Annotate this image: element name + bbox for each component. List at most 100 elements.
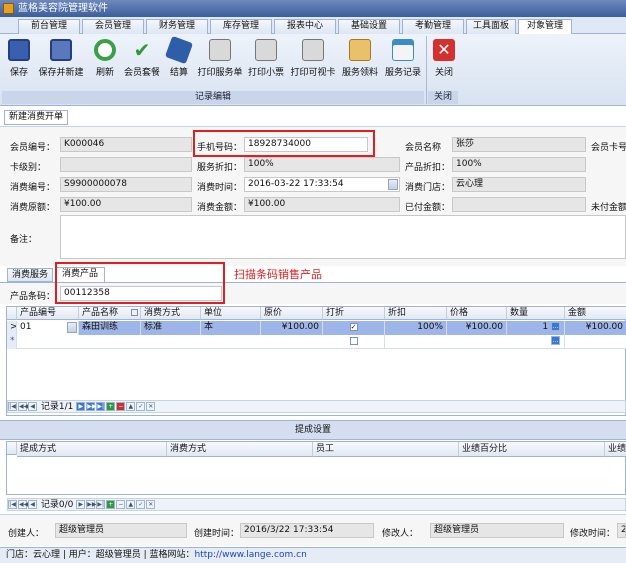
service-record-button[interactable]: 服务记录 (383, 39, 423, 78)
tab-inventory[interactable]: 库存管理 (210, 19, 272, 34)
column-header[interactable]: 消费方式 (167, 442, 313, 457)
member-name-field[interactable]: 张莎 (452, 137, 586, 152)
column-header[interactable]: 提成方式 (17, 442, 167, 457)
delete-record-icon[interactable]: − (116, 402, 126, 411)
store-field[interactable]: 云心理 (452, 177, 586, 192)
card-level-label: 卡级别： (10, 163, 47, 173)
tab-objects[interactable]: 对象管理 (518, 19, 572, 35)
prev-page-icon[interactable]: ◀◀ (18, 500, 28, 509)
tab-new-consume-order[interactable]: 新建消费开单 (4, 110, 68, 125)
column-header[interactable]: 业绩 (605, 442, 626, 457)
website-link[interactable]: http://www.lange.com.cn (195, 550, 307, 560)
tab-finance[interactable]: 财务管理 (146, 19, 208, 34)
last-record-icon[interactable]: ▶| (96, 402, 106, 411)
next-record-icon[interactable]: ▶ (76, 500, 86, 509)
new-row-checkbox-cell[interactable] (323, 335, 385, 349)
tab-member[interactable]: 会员管理 (82, 19, 144, 34)
first-record-icon[interactable]: |◀ (8, 402, 17, 411)
column-header[interactable]: 单位 (201, 307, 261, 320)
column-header[interactable]: 原价 (261, 307, 323, 320)
discount-checkbox-cell[interactable]: ✓ (323, 321, 385, 335)
service-discount-field[interactable]: 100% (244, 157, 400, 172)
remark-textarea[interactable] (60, 215, 626, 259)
save-and-new-button[interactable]: 保存并新建 (35, 39, 87, 78)
card-level-field[interactable] (60, 157, 192, 172)
edit-record-icon[interactable]: ▲ (126, 500, 136, 509)
column-header[interactable]: 折扣 (385, 307, 447, 320)
edit-record-icon[interactable]: ▲ (126, 402, 136, 411)
unit-cell[interactable]: 本 (201, 321, 261, 335)
tab-settings[interactable]: 基础设置 (338, 19, 400, 34)
row-indicator-header (7, 307, 17, 320)
checkbox-checked-icon[interactable]: ✓ (349, 322, 358, 331)
confirm-record-icon[interactable]: ✓ (136, 402, 146, 411)
ellipsis-button[interactable]: … (551, 322, 560, 331)
next-page-icon[interactable]: ▶▶ (86, 500, 96, 509)
unpaid-label: 未付金额 (591, 203, 626, 213)
consume-time-picker[interactable]: 2016-03-22 17:33:54 (244, 177, 400, 192)
column-header[interactable]: 价格 (447, 307, 507, 320)
table-row[interactable]: > 01 森田训练 标准 本 ¥100.00 ✓ 100% ¥100.00 1 … (7, 321, 626, 335)
service-pick-material-button[interactable]: 服务领料 (340, 39, 380, 78)
column-header[interactable]: 产品名称 (79, 307, 141, 320)
qty-cell[interactable]: 1 … (507, 321, 565, 335)
consume-no-field[interactable]: S9900000078 (60, 177, 192, 192)
paid-field[interactable] (452, 197, 586, 212)
filter-icon[interactable] (131, 309, 138, 316)
settle-button[interactable]: 结算 (164, 35, 194, 78)
add-record-icon[interactable]: + (106, 402, 116, 411)
first-record-icon[interactable]: |◀ (8, 500, 17, 509)
chevron-down-icon[interactable] (67, 322, 77, 333)
column-header[interactable]: 数量 (507, 307, 565, 320)
new-row-qty-cell[interactable]: … (507, 335, 565, 349)
tab-tools[interactable]: 工具面板 (466, 19, 516, 34)
record-indicator: 记录0/0 (40, 500, 74, 510)
next-page-icon[interactable]: ▶▶ (86, 402, 96, 411)
consume-mode-cell[interactable]: 标准 (141, 321, 201, 335)
close-button[interactable]: ✕ 关闭 (430, 39, 458, 78)
prev-page-icon[interactable]: ◀◀ (18, 402, 28, 411)
chevron-down-icon[interactable] (388, 179, 398, 190)
amount-cell[interactable]: ¥100.00 (565, 321, 626, 335)
member-no-field[interactable]: K000046 (60, 137, 192, 152)
cancel-record-icon[interactable]: ✕ (146, 500, 156, 509)
add-record-icon[interactable]: + (106, 500, 116, 509)
product-code-cell[interactable]: 01 (17, 321, 79, 335)
amount-field[interactable]: ¥100.00 (244, 197, 400, 212)
confirm-record-icon[interactable]: ✓ (136, 500, 146, 509)
column-header[interactable]: 产品编号 (17, 307, 79, 320)
cancel-record-icon[interactable]: ✕ (146, 402, 156, 411)
refresh-button[interactable]: 刷新 (91, 39, 119, 78)
status-text: 门店：云心理 | 用户：超级管理员 | 蓝格网站： (6, 550, 195, 560)
ellipsis-button[interactable]: … (551, 336, 560, 345)
service-discount-label: 服务折扣： (197, 163, 243, 173)
column-header[interactable]: 金额 (565, 307, 626, 320)
discount-cell[interactable]: 100% (385, 321, 447, 335)
print-service-order-button[interactable]: 打印服务单 (196, 39, 244, 78)
print-visual-card-button[interactable]: 打印可视卡 (289, 39, 337, 78)
checkbox-icon[interactable] (349, 336, 358, 345)
table-new-row[interactable]: * … (7, 335, 626, 349)
final-price-cell[interactable]: ¥100.00 (447, 321, 507, 335)
column-header[interactable]: 打折 (323, 307, 385, 320)
tab-reports[interactable]: 报表中心 (274, 19, 336, 34)
prev-record-icon[interactable]: ◀ (28, 402, 37, 411)
column-header[interactable]: 员工 (313, 442, 459, 457)
tab-consume-service[interactable]: 消费服务 (7, 268, 53, 282)
delete-record-icon[interactable]: − (116, 500, 126, 509)
tab-attendance[interactable]: 考勤管理 (402, 19, 464, 34)
product-name-cell[interactable]: 森田训练 (79, 321, 141, 335)
print-receipt-button[interactable]: 打印小票 (247, 39, 285, 78)
original-amount-field[interactable]: ¥100.00 (60, 197, 192, 212)
last-record-icon[interactable]: ▶| (96, 500, 106, 509)
next-record-icon[interactable]: ▶ (76, 402, 86, 411)
save-new-icon (50, 39, 72, 61)
column-header[interactable]: 业绩百分比 (459, 442, 605, 457)
column-header[interactable]: 消费方式 (141, 307, 201, 320)
price-cell[interactable]: ¥100.00 (261, 321, 323, 335)
product-discount-field[interactable]: 100% (452, 157, 586, 172)
save-button[interactable]: 保存 (6, 39, 32, 78)
prev-record-icon[interactable]: ◀ (28, 500, 37, 509)
tab-frontdesk[interactable]: 前台管理 (18, 19, 80, 34)
member-package-button[interactable]: ✔ 会员套餐 (122, 39, 162, 78)
